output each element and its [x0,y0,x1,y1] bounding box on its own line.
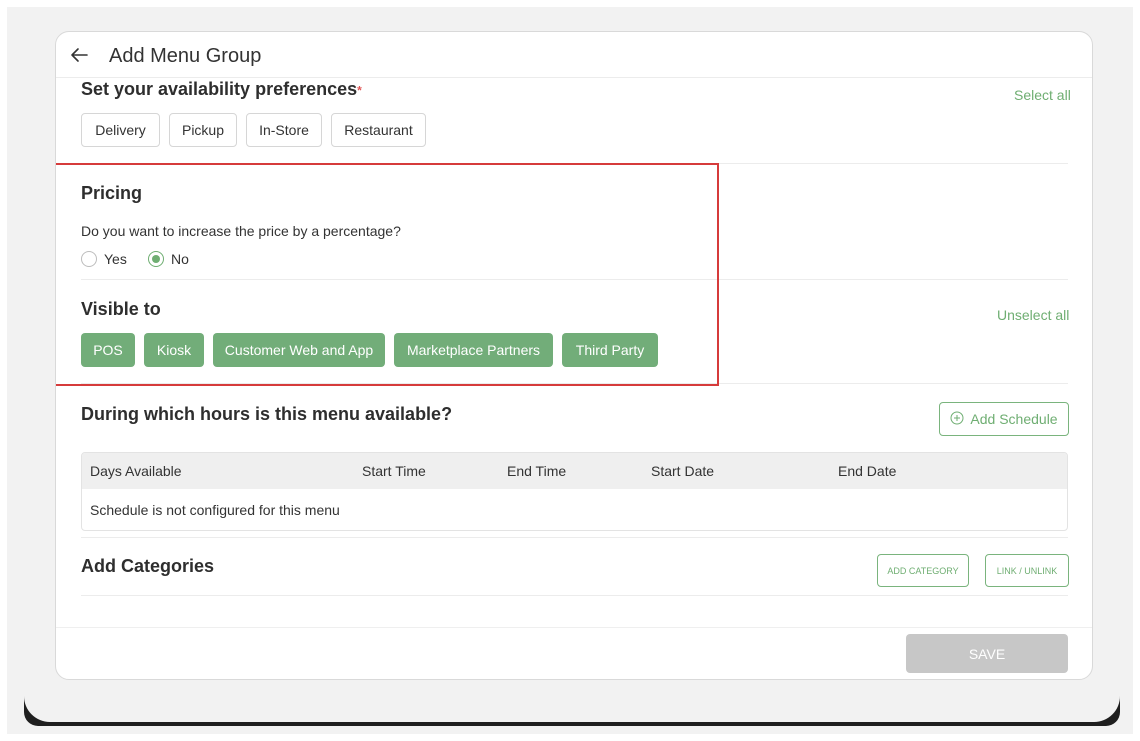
radio-label-no: No [171,251,189,267]
unselect-all-link[interactable]: Unselect all [997,307,1069,323]
footer-divider [56,627,1092,628]
availability-chip-restaurant[interactable]: Restaurant [331,113,426,147]
add-schedule-button[interactable]: Add Schedule [939,402,1069,436]
availability-chip-in-store[interactable]: In-Store [246,113,322,147]
availability-title: Set your availability preferences* [81,79,362,100]
plus-circle-icon [950,411,964,428]
visible-chip-marketplace-partners[interactable]: Marketplace Partners [394,333,553,367]
column-header: Start Time [362,463,426,479]
divider [81,595,1068,596]
pricing-question: Do you want to increase the price by a p… [81,223,401,239]
radio-label-yes: Yes [104,251,127,267]
table-header: Days Available Start Time End Time Start… [82,453,1067,489]
add-category-button[interactable]: ADD CATEGORY [877,554,969,587]
schedule-title: During which hours is this menu availabl… [81,404,453,424]
page-header: Add Menu Group [56,32,1092,78]
visible-chip-kiosk[interactable]: Kiosk [144,333,204,367]
empty-schedule-message: Schedule is not configured for this menu [90,502,340,518]
divider [81,537,1068,538]
pricing-title: Pricing [81,183,143,203]
divider [81,383,1068,384]
pricing-radio-yes[interactable]: Yes [81,251,127,267]
device-lip [24,688,1120,722]
availability-chip-delivery[interactable]: Delivery [81,113,160,147]
divider [81,279,1068,280]
add-menu-group-card: Add Menu Group Set your availability pre… [55,31,1093,680]
schedule-table: Days Available Start Time End Time Start… [81,452,1068,531]
save-button[interactable]: SAVE [906,634,1068,673]
column-header: End Time [507,463,567,479]
column-header: Start Date [651,463,715,479]
page-title: Add Menu Group [109,45,262,67]
radio-unchecked-icon[interactable] [81,251,97,267]
visible-chip-customer-web-and-app[interactable]: Customer Web and App [213,333,385,367]
divider [81,163,1068,164]
visible-chip-third-party[interactable]: Third Party [562,333,658,367]
visible-to-title: Visible to [81,299,161,319]
back-arrow-icon[interactable] [69,45,89,65]
radio-checked-icon[interactable] [148,251,164,267]
link-unlink-button[interactable]: LINK / UNLINK [985,554,1069,587]
column-header: Days Available [90,463,182,479]
column-header: End Date [838,463,897,479]
categories-title: Add Categories [81,556,215,576]
add-schedule-label: Add Schedule [970,411,1058,427]
availability-title-text: Set your availability preferences [81,79,358,99]
required-mark: * [357,83,362,98]
availability-chip-pickup[interactable]: Pickup [169,113,237,147]
visible-chip-pos[interactable]: POS [81,333,135,367]
select-all-link[interactable]: Select all [1014,87,1071,103]
pricing-radio-no[interactable]: No [148,251,189,267]
